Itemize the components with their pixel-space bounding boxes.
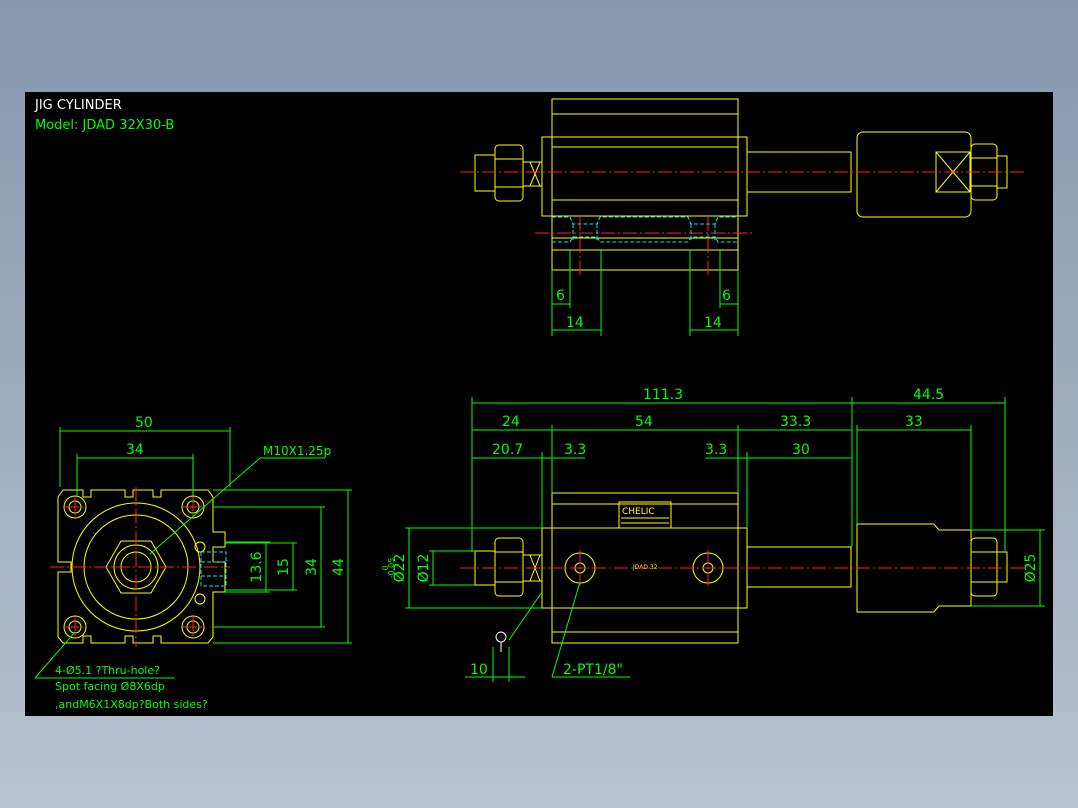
side-dim-33: 33 — [905, 414, 923, 430]
drawing-title: JIG CYLINDER — [34, 98, 122, 113]
side-dim-10: 10 — [470, 662, 488, 678]
side-dia-22-tol-upper: 0 — [381, 565, 390, 570]
end-dim-34-v: 34 — [304, 558, 320, 576]
side-dim-111-3: 111.3 — [643, 387, 683, 403]
thread-callout: M10X1.25p — [263, 444, 331, 458]
top-view: 6 6 14 14 — [460, 98, 1025, 336]
brand-label: CHELIC — [622, 507, 655, 517]
end-dim-44: 44 — [331, 558, 347, 576]
side-dim-54: 54 — [635, 414, 653, 430]
cad-drawing: JIG CYLINDER Model: JDAD 32X30-B 6 6 14 … — [34, 98, 1045, 711]
side-dim-20-7: 20.7 — [492, 442, 523, 458]
side-view: CHELIC JDAD 32 111.3 44.5 24 54 33.3 33 … — [381, 387, 1045, 682]
note-line-3: ,andM6X1X8dp?Both sides? — [55, 698, 208, 711]
end-dim-15: 15 — [276, 558, 292, 576]
side-dia-25: Ø25 — [1023, 554, 1039, 583]
side-dim-44-5: 44.5 — [913, 387, 944, 403]
side-dia-12: Ø12 — [416, 554, 432, 583]
top-dim-6-right: 6 — [722, 288, 731, 304]
cad-viewport[interactable]: JIG CYLINDER Model: JDAD 32X30-B 6 6 14 … — [25, 92, 1053, 716]
top-dim-14-right: 14 — [704, 315, 722, 331]
drawing-model: Model: JDAD 32X30-B — [35, 118, 174, 133]
port-callout: 2-PT1/8" — [563, 662, 623, 678]
side-dim-3-3-right: 3.3 — [705, 442, 727, 458]
top-dim-6-left: 6 — [556, 288, 565, 304]
end-dim-13-6: 13.6 — [249, 551, 265, 582]
side-dim-30: 30 — [792, 442, 810, 458]
end-dim-34: 34 — [126, 442, 144, 458]
note-line-1: 4-Ø5.1 ?Thru-hole? — [55, 664, 160, 677]
side-dim-24: 24 — [502, 414, 520, 430]
note-line-2: Spot facing Ø8X6dp — [55, 680, 165, 693]
top-dim-14-left: 14 — [566, 315, 584, 331]
side-dim-3-3-left: 3.3 — [564, 442, 586, 458]
end-dim-50: 50 — [135, 415, 153, 431]
end-view: 50 34 13.6 15 34 44 M10X1.25p 4-Ø5.1 ?Th… — [34, 415, 352, 711]
side-dim-33-3: 33.3 — [780, 414, 811, 430]
